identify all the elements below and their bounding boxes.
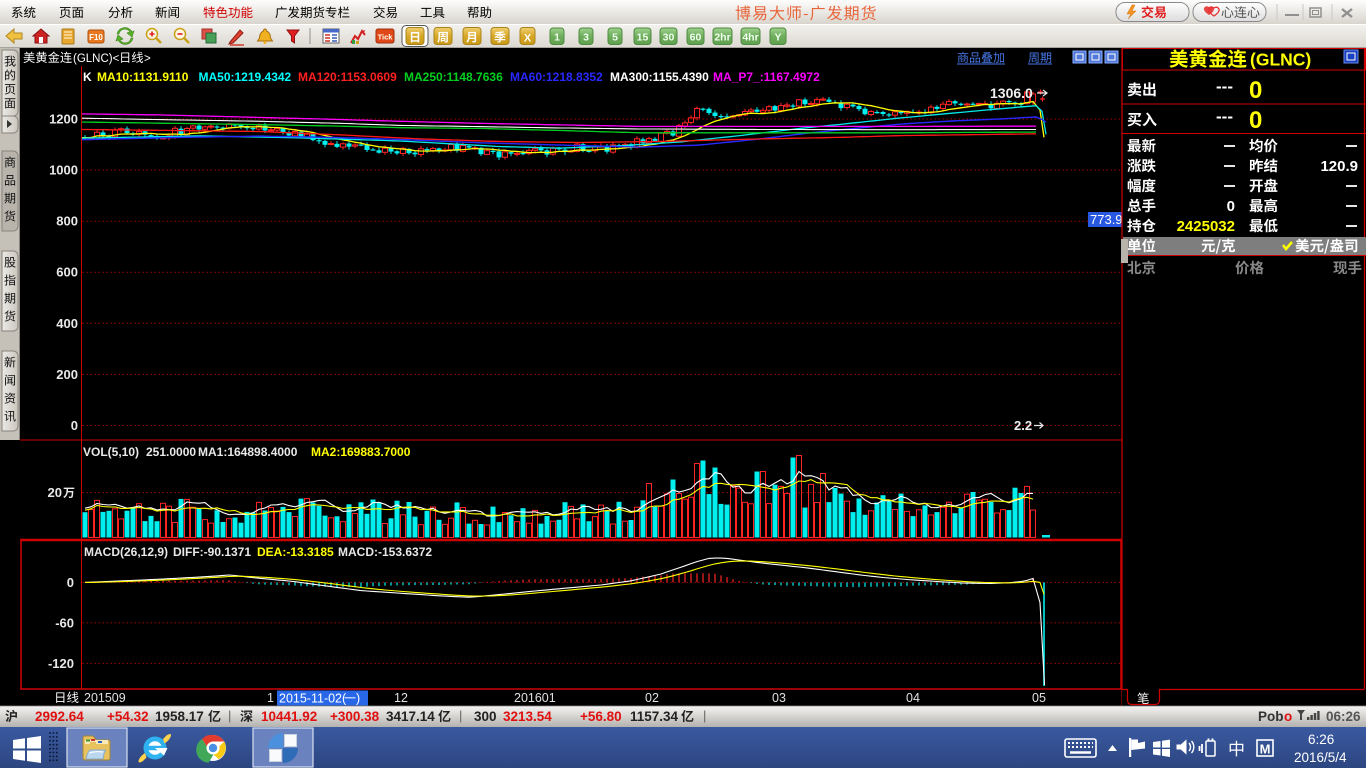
svg-text:DEA:-13.3185: DEA:-13.3185	[257, 545, 334, 559]
svg-text:Pob: Pob	[1258, 709, 1284, 724]
svg-text:2.2: 2.2	[1014, 418, 1032, 433]
svg-text:3: 3	[583, 32, 589, 44]
svg-text:Y: Y	[774, 32, 781, 44]
svg-text:1: 1	[267, 691, 274, 705]
svg-text:02: 02	[645, 691, 659, 705]
svg-text:60: 60	[690, 32, 702, 44]
svg-text:1: 1	[554, 32, 560, 44]
svg-text:(GLNC)<: (GLNC)<	[73, 53, 120, 65]
svg-text:10441.92: 10441.92	[261, 709, 317, 724]
svg-text:K: K	[83, 70, 92, 84]
svg-text:1306.0: 1306.0	[990, 85, 1033, 101]
svg-text:MA300:1155.4390: MA300:1155.4390	[610, 70, 709, 84]
svg-text:04: 04	[906, 691, 920, 705]
svg-text:+56.80: +56.80	[580, 709, 622, 724]
svg-text:---: ---	[1216, 107, 1233, 126]
svg-text:MACD:-153.6372: MACD:-153.6372	[338, 545, 432, 559]
svg-text:201601: 201601	[514, 691, 556, 705]
svg-text:VOL(5,10): VOL(5,10)	[83, 445, 139, 459]
svg-text:Tick: Tick	[378, 33, 394, 42]
svg-text:1200: 1200	[49, 112, 78, 127]
svg-text:MACD(26,12,9): MACD(26,12,9)	[84, 545, 168, 559]
svg-text:1000: 1000	[49, 163, 78, 178]
svg-text:|: |	[703, 708, 706, 723]
svg-text:05: 05	[1032, 691, 1046, 705]
svg-text:400: 400	[56, 316, 78, 331]
svg-text:20: 20	[48, 485, 62, 500]
svg-text:773.9: 773.9	[1090, 212, 1123, 227]
svg-text:MA120:1153.0609: MA120:1153.0609	[298, 70, 397, 84]
svg-text:4hr: 4hr	[742, 32, 758, 44]
svg-text:|: |	[459, 708, 462, 723]
svg-text:12: 12	[394, 691, 408, 705]
svg-text:0: 0	[71, 418, 78, 433]
svg-text:+54.32: +54.32	[107, 709, 149, 724]
svg-text:200: 200	[56, 367, 78, 382]
svg-text:MA250:1148.7636: MA250:1148.7636	[404, 70, 503, 84]
svg-text:F10: F10	[89, 33, 103, 42]
svg-text:): )	[356, 692, 360, 706]
svg-text:1958.17: 1958.17	[155, 709, 204, 724]
svg-text:5: 5	[612, 32, 618, 44]
svg-text:MA1:164898.4000: MA1:164898.4000	[198, 445, 298, 459]
svg-text:06:26: 06:26	[1326, 709, 1361, 724]
svg-text:600: 600	[56, 265, 78, 280]
svg-text:120.9: 120.9	[1320, 158, 1358, 175]
svg-text:2425032: 2425032	[1177, 218, 1235, 235]
svg-text:6:26: 6:26	[1308, 732, 1334, 747]
svg-text:MA60:1218.8352: MA60:1218.8352	[510, 70, 603, 84]
svg-text:X: X	[524, 33, 532, 45]
svg-text:MA_P7_:1167.4972: MA_P7_:1167.4972	[713, 70, 820, 84]
svg-text:0: 0	[1227, 198, 1235, 215]
svg-text:MA2:169883.7000: MA2:169883.7000	[311, 445, 411, 459]
svg-text:2016/5/4: 2016/5/4	[1294, 750, 1347, 765]
svg-text:251.0000: 251.0000	[146, 445, 196, 459]
svg-text:0: 0	[67, 575, 74, 590]
svg-text:2015-11-02(: 2015-11-02(	[279, 692, 347, 706]
svg-text:(GLNC): (GLNC)	[1250, 50, 1311, 70]
svg-text:0: 0	[1249, 107, 1262, 134]
svg-text:300: 300	[474, 709, 497, 724]
svg-text:03: 03	[772, 691, 786, 705]
svg-text:3417.14: 3417.14	[386, 709, 435, 724]
svg-text:0: 0	[1249, 77, 1262, 104]
svg-text:-120: -120	[48, 656, 74, 671]
svg-text:2hr: 2hr	[714, 32, 730, 44]
svg-text:3213.54: 3213.54	[503, 709, 552, 724]
svg-text:2992.64: 2992.64	[35, 709, 84, 724]
svg-text:MA50:1219.4342: MA50:1219.4342	[199, 70, 292, 84]
svg-text:15: 15	[637, 32, 649, 44]
svg-text:MA10:1131.9110: MA10:1131.9110	[97, 70, 189, 84]
svg-text:o: o	[1284, 709, 1292, 724]
svg-text:800: 800	[56, 214, 78, 229]
svg-text:---: ---	[1216, 77, 1233, 96]
svg-text:30: 30	[663, 32, 675, 44]
svg-text:M: M	[1260, 742, 1271, 757]
svg-text:|: |	[228, 708, 231, 723]
svg-text:+300.38: +300.38	[330, 709, 380, 724]
svg-text:>: >	[144, 53, 151, 65]
svg-text:-60: -60	[55, 615, 74, 630]
svg-text:DIFF:-90.1371: DIFF:-90.1371	[173, 545, 251, 559]
svg-text:1157.34: 1157.34	[630, 709, 679, 724]
svg-text:201509: 201509	[84, 691, 126, 705]
